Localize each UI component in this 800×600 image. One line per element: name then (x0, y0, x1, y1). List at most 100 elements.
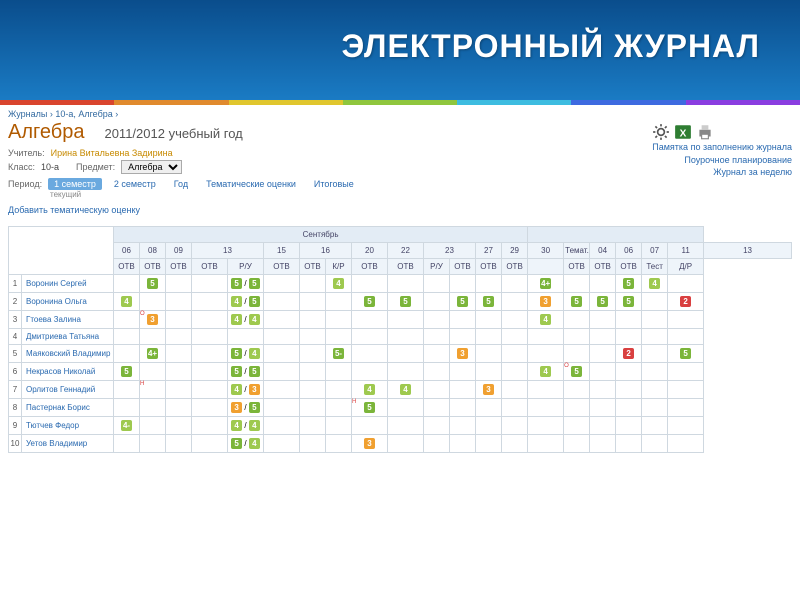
excel-icon[interactable]: X (674, 123, 692, 141)
side-link[interactable]: Памятка по заполнению журнала (652, 141, 792, 154)
grade-cell[interactable] (528, 381, 564, 399)
grade-cell[interactable] (140, 417, 166, 435)
day-header[interactable]: 20 (352, 243, 388, 259)
grade-cell[interactable]: 4 (528, 363, 564, 381)
grade-cell[interactable] (424, 435, 450, 453)
grade-cell[interactable] (450, 435, 476, 453)
grade-cell[interactable]: 5 / 5 (228, 363, 264, 381)
grade-cell[interactable]: 4 / 4 (228, 417, 264, 435)
grade-cell[interactable]: 4 (326, 275, 352, 293)
day-header[interactable]: 23 (424, 243, 476, 259)
grade-cell[interactable] (590, 311, 616, 329)
grade-cell[interactable]: 5 (450, 293, 476, 311)
grade-cell[interactable] (140, 363, 166, 381)
grade-cell[interactable] (114, 435, 140, 453)
grade-cell[interactable] (388, 363, 424, 381)
grade-cell[interactable] (502, 311, 528, 329)
grade-cell[interactable] (264, 363, 300, 381)
grade-cell[interactable] (264, 345, 300, 363)
side-link[interactable]: Журнал за неделю (652, 166, 792, 179)
grade-cell[interactable] (326, 293, 352, 311)
grade-cell[interactable] (114, 329, 140, 345)
grade-cell[interactable] (352, 345, 388, 363)
grade-cell[interactable] (450, 417, 476, 435)
day-header[interactable]: 13 (192, 243, 264, 259)
grade-cell[interactable] (450, 381, 476, 399)
grade-cell[interactable] (450, 399, 476, 417)
grade-cell[interactable]: 4 (114, 293, 140, 311)
grade-cell[interactable] (424, 311, 450, 329)
grade-cell[interactable] (300, 417, 326, 435)
day-header[interactable]: 29 (502, 243, 528, 259)
grade-cell[interactable] (590, 363, 616, 381)
grade-cell[interactable]: 5Н (352, 399, 388, 417)
day-header[interactable]: 22 (388, 243, 424, 259)
print-icon[interactable] (696, 123, 714, 141)
grade-cell[interactable] (326, 417, 352, 435)
grade-cell[interactable]: 5 (352, 293, 388, 311)
grade-cell[interactable] (590, 345, 616, 363)
student-name[interactable]: Воронин Сергей (22, 275, 114, 293)
grade-cell[interactable] (192, 381, 228, 399)
grade-cell[interactable] (300, 435, 326, 453)
student-name[interactable]: Гтоева Залина (22, 311, 114, 329)
grade-cell[interactable] (114, 345, 140, 363)
grade-cell[interactable] (264, 381, 300, 399)
grade-cell[interactable]: 4 / 4 (228, 311, 264, 329)
grade-cell[interactable] (192, 435, 228, 453)
grade-cell[interactable] (300, 363, 326, 381)
grade-cell[interactable] (388, 329, 424, 345)
grade-cell[interactable]: 4- (114, 417, 140, 435)
grade-cell[interactable] (450, 363, 476, 381)
grade-cell[interactable] (192, 329, 228, 345)
grade-cell[interactable] (388, 435, 424, 453)
grade-cell[interactable] (326, 329, 352, 345)
grade-cell[interactable] (192, 399, 228, 417)
grade-cell[interactable] (264, 293, 300, 311)
grade-cell[interactable] (642, 345, 668, 363)
grade-cell[interactable] (476, 435, 502, 453)
grade-cell[interactable] (668, 399, 704, 417)
day-header[interactable]: 08 (140, 243, 166, 259)
grade-cell[interactable] (264, 399, 300, 417)
right-day-header[interactable]: 06 (616, 243, 642, 259)
grade-cell[interactable] (264, 417, 300, 435)
grade-cell[interactable]: 3 / 5 (228, 399, 264, 417)
right-day-header[interactable]: 07 (642, 243, 668, 259)
grade-cell[interactable]: 5 (564, 293, 590, 311)
grade-cell[interactable] (424, 363, 450, 381)
grade-cell[interactable] (450, 329, 476, 345)
grade-cell[interactable] (668, 381, 704, 399)
day-header[interactable]: 16 (300, 243, 352, 259)
grade-cell[interactable] (476, 363, 502, 381)
grade-cell[interactable] (616, 417, 642, 435)
grade-cell[interactable]: 3 (528, 293, 564, 311)
grade-cell[interactable] (564, 329, 590, 345)
grade-cell[interactable] (564, 275, 590, 293)
grade-cell[interactable] (590, 399, 616, 417)
grade-cell[interactable]: Н (140, 381, 166, 399)
grade-cell[interactable]: 5 (476, 293, 502, 311)
grade-cell[interactable] (424, 329, 450, 345)
grade-cell[interactable]: 4 (352, 381, 388, 399)
grade-cell[interactable] (616, 435, 642, 453)
grade-cell[interactable] (642, 293, 668, 311)
student-name[interactable]: Некрасов Николай (22, 363, 114, 381)
grade-cell[interactable] (388, 275, 424, 293)
grade-cell[interactable] (616, 329, 642, 345)
grade-cell[interactable] (352, 275, 388, 293)
grade-cell[interactable]: 2 (668, 293, 704, 311)
student-name[interactable]: Уетов Владимир (22, 435, 114, 453)
period-tab[interactable]: Итоговые (308, 178, 360, 190)
grade-cell[interactable] (140, 435, 166, 453)
student-name[interactable]: Пастернак Борис (22, 399, 114, 417)
grade-cell[interactable] (476, 329, 502, 345)
grade-cell[interactable]: 4+ (140, 345, 166, 363)
grade-cell[interactable] (668, 275, 704, 293)
grade-cell[interactable] (668, 363, 704, 381)
grade-cell[interactable] (502, 345, 528, 363)
grade-cell[interactable] (668, 329, 704, 345)
grade-cell[interactable] (326, 399, 352, 417)
grade-cell[interactable] (668, 417, 704, 435)
grade-cell[interactable] (300, 345, 326, 363)
